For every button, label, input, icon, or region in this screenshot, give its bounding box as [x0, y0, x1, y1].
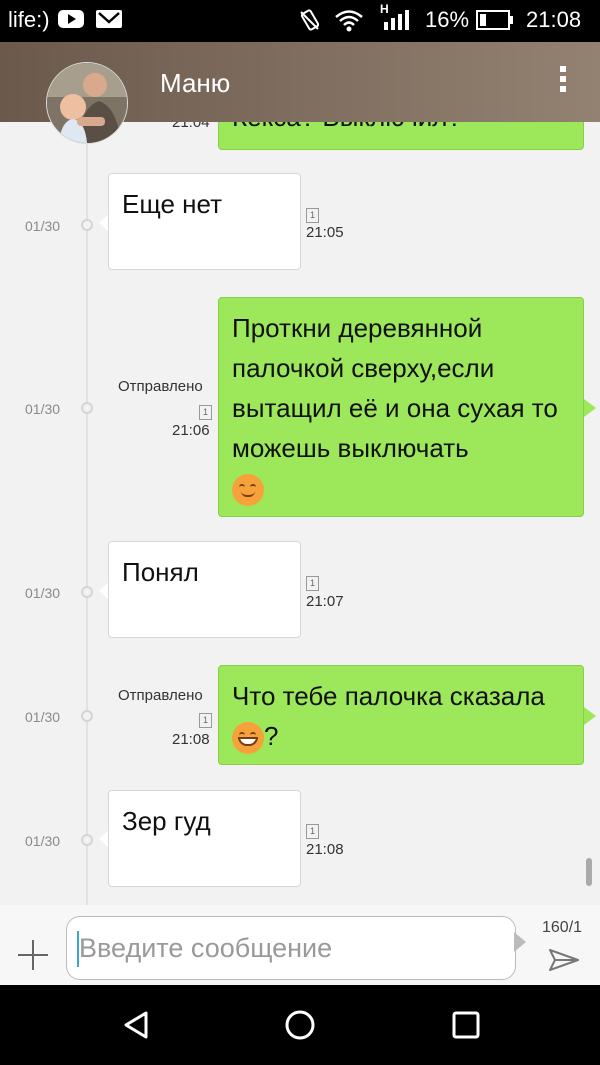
message-bubble-outgoing[interactable]: Проткни деревянной палочкой сверху,если … — [218, 297, 584, 517]
vibrate-icon — [298, 8, 322, 38]
bubble-tail — [584, 399, 596, 417]
scrollbar-thumb[interactable] — [586, 858, 592, 886]
message-text-suffix: ? — [264, 721, 279, 751]
message-input[interactable]: Введите сообщение — [66, 916, 516, 980]
message-text: Кекса? Выключил? — [232, 122, 462, 132]
message-bubble-incoming[interactable]: Зер гуд — [108, 790, 301, 887]
message-date: 01/30 — [25, 585, 61, 601]
message-time: 21:05 — [306, 224, 344, 241]
back-icon[interactable] — [120, 1009, 152, 1041]
battery-level: 16% — [425, 7, 470, 32]
message-bubble-incoming[interactable]: Понял — [108, 541, 301, 638]
timeline-dot — [81, 834, 93, 846]
overflow-menu-icon[interactable] — [558, 66, 568, 96]
message-bubble-incoming[interactable]: Еще нет — [108, 173, 301, 270]
message-date: 01/30 — [25, 709, 61, 725]
status-bar: life:) H 16% 21:08 — [0, 0, 600, 42]
recents-icon[interactable] — [450, 1009, 482, 1041]
message-time: 21:06 — [172, 422, 210, 439]
message-date: 01/30 — [25, 833, 61, 849]
message-text: Еще нет — [122, 189, 222, 219]
sim-icon: 1 — [306, 208, 319, 223]
grinning-face-emoji-icon — [232, 722, 264, 755]
smiling-face-emoji-icon — [232, 474, 264, 507]
timeline-dot — [81, 710, 93, 722]
sim-icon: 1 — [199, 405, 212, 420]
timeline-dot — [81, 586, 93, 598]
message-time: 21:04 — [172, 122, 210, 131]
navigation-bar — [0, 985, 600, 1065]
message-text: Проткни деревянной палочкой сверху,если … — [232, 313, 558, 463]
message-time: 21:07 — [306, 593, 344, 610]
message-date: 01/30 — [25, 401, 61, 417]
home-icon[interactable] — [284, 1009, 316, 1041]
battery-icon — [476, 10, 514, 36]
sim-indicator: 1 — [199, 402, 212, 420]
wifi-icon — [334, 8, 364, 38]
character-counter: 160/1 — [542, 919, 583, 936]
sim-icon: 1 — [199, 713, 212, 728]
message-text: Что тебе палочка сказала — [232, 681, 545, 711]
youtube-icon — [58, 9, 84, 35]
message-date: 01/30 — [25, 218, 61, 234]
clock: 21:08 — [526, 7, 582, 32]
message-text: Понял — [122, 557, 199, 587]
sim-indicator: 1 — [199, 710, 212, 728]
message-status: Отправлено — [118, 687, 203, 704]
sim-icon: 1 — [306, 824, 319, 839]
carrier-label: life:) — [8, 7, 50, 32]
bubble-tail — [584, 707, 596, 725]
sim-indicator: 1 — [306, 205, 319, 223]
attach-plus-icon[interactable] — [18, 940, 48, 970]
contact-avatar[interactable] — [46, 62, 128, 144]
timeline-dot — [81, 219, 93, 231]
timeline-dot — [81, 402, 93, 414]
message-text: Зер гуд — [122, 806, 211, 836]
contact-name[interactable]: Маню — [160, 68, 230, 99]
message-time: 21:08 — [306, 841, 344, 858]
message-bubble-outgoing[interactable]: Что тебе палочка сказала? — [218, 665, 584, 765]
message-status: Отправлено — [118, 378, 203, 395]
send-icon[interactable] — [548, 944, 580, 976]
conversation[interactable]: Кекса? Выключил? 21:04 01/30 Еще нет 1 2… — [0, 122, 600, 905]
sim-icon: 1 — [306, 576, 319, 591]
sim-indicator: 1 — [306, 573, 319, 591]
message-input-placeholder: Введите сообщение — [79, 933, 333, 963]
input-tail — [514, 932, 526, 952]
message-bubble-outgoing[interactable]: Кекса? Выключил? — [218, 122, 584, 150]
mail-icon — [96, 9, 122, 35]
message-time: 21:08 — [172, 731, 210, 748]
signal-icon — [384, 10, 412, 36]
timeline-line — [86, 122, 88, 905]
sim-indicator: 1 — [306, 821, 319, 839]
